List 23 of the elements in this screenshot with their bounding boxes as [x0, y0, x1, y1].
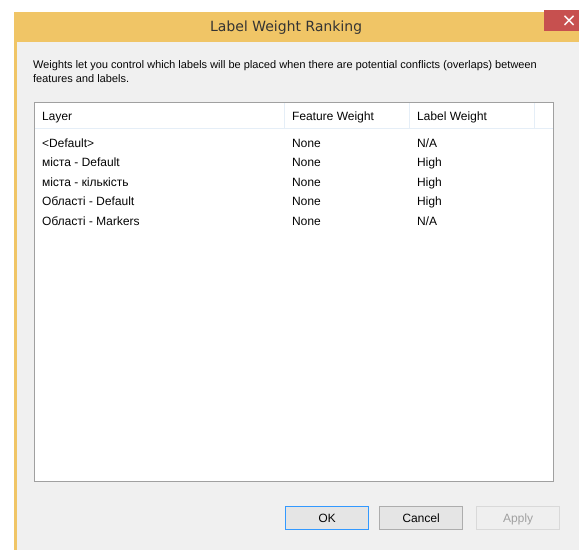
dialog-button[interactable]: Cancel [379, 506, 463, 530]
table-cell-text: None [291, 174, 322, 189]
table-cell-text: Області - Default [41, 194, 136, 208]
table-cell-text: міста - кількість [41, 174, 130, 189]
table-cell-text: N/A [416, 214, 438, 228]
table-cell-text: None [291, 155, 322, 170]
table-cell-text: None [291, 136, 322, 150]
column-header[interactable]: Layer [35, 103, 285, 128]
table-cell-text: <Default> [41, 136, 96, 150]
table-cell-text: N/A [416, 136, 438, 150]
column-header[interactable]: Feature Weight [285, 103, 410, 128]
window-title: Label Weight Ranking [210, 19, 362, 35]
column-header[interactable]: Label Weight [410, 103, 535, 128]
table-cell-text: High [416, 155, 443, 170]
table-cell-text: None [291, 194, 322, 208]
table-cell-text: High [416, 194, 443, 208]
table-cell-text: High [416, 174, 443, 189]
table-cell-text: Області - Markers [41, 214, 141, 228]
table-cell-text: None [291, 214, 322, 228]
dialog-button[interactable]: OK [285, 506, 369, 530]
close-button[interactable]: × [544, 10, 579, 31]
table-cell-text: міста - Default [41, 155, 121, 170]
description-text: Weights let you control which labels will be placed when there are potential conflicts (overlaps) between features and labels. [33, 58, 538, 86]
